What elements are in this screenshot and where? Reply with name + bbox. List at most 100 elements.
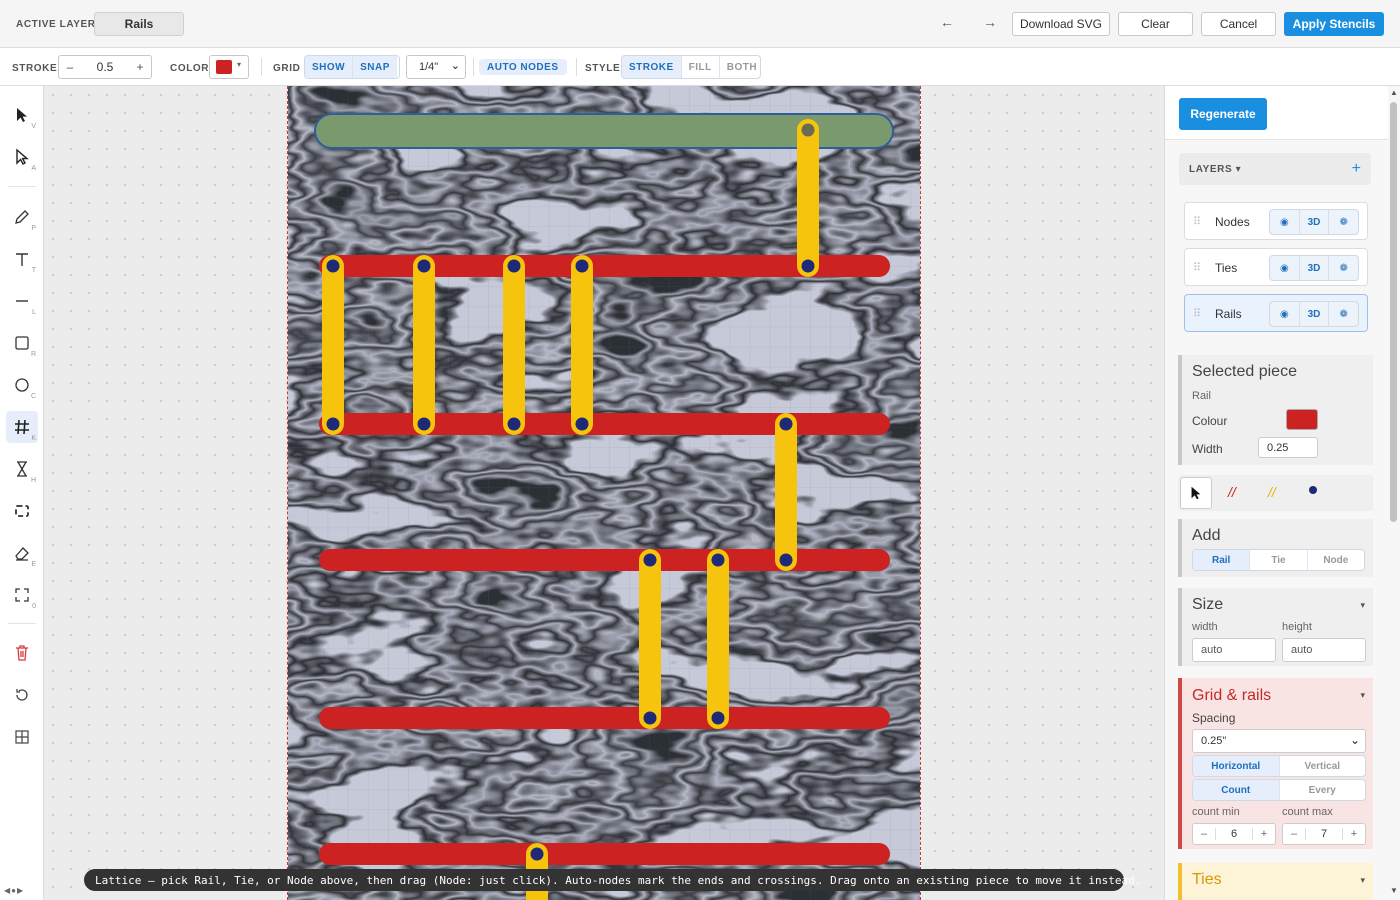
add-rail-option[interactable]: Rail [1193,550,1250,570]
active-layer-select[interactable]: Rails [94,12,184,36]
count-min-minus[interactable]: – [1193,828,1215,840]
node-3[interactable] [417,259,431,273]
drag-handle-icon[interactable]: ⠿ [1193,261,1201,274]
stencil-artboard[interactable] [287,86,921,900]
layer-row-nodes[interactable]: ⠿ Nodes ◉ 3D ❁ [1184,202,1368,240]
grid-snap-toggle[interactable]: SNAP [352,56,397,78]
panel-scrollbar[interactable]: ▲ ▼ [1388,86,1400,900]
count-option[interactable]: Count [1193,780,1279,800]
node-5[interactable] [507,259,521,273]
count-min-stepper[interactable]: – 6 + [1192,823,1276,845]
stroke-plus-button[interactable]: + [129,60,151,74]
style-fill-option[interactable]: FILL [680,56,719,78]
node-16[interactable] [711,711,725,725]
layer-row-ties[interactable]: ⠿ Ties ◉ 3D ❁ [1184,248,1368,286]
count-max-value[interactable]: 7 [1305,828,1343,840]
fit-view-tool-button[interactable]: 0 [6,579,38,611]
section-title[interactable]: Ties [1192,871,1222,889]
download-svg-button[interactable]: Download SVG [1012,12,1110,36]
node-9[interactable] [801,123,815,137]
colour-swatch[interactable] [1286,409,1318,430]
drag-handle-icon[interactable]: ⠿ [1193,307,1201,320]
grid-spacing-select[interactable]: 1/4" ⌄ [406,55,466,79]
node-15[interactable] [711,553,725,567]
node-7[interactable] [575,259,589,273]
palette-icon[interactable]: ❁ [1328,210,1358,234]
stroke-minus-button[interactable]: – [59,60,81,74]
rail-mode-icon[interactable]: // [1228,484,1236,500]
count-max-stepper[interactable]: – 7 + [1282,823,1366,845]
count-max-plus[interactable]: + [1343,828,1365,840]
node-10[interactable] [801,259,815,273]
lattice-drawing[interactable] [288,86,921,900]
direct-select-tool-button[interactable]: A [6,141,38,173]
grid-show-toggle[interactable]: SHOW [305,56,353,78]
redo-arrow-right-icon[interactable]: → [983,14,997,30]
select-mode-button[interactable] [1180,477,1212,509]
frame-select-tool-button[interactable] [6,495,38,527]
node-13[interactable] [643,553,657,567]
node-4[interactable] [417,417,431,431]
layer-row-rails[interactable]: ⠿ Rails ◉ 3D ❁ [1184,294,1368,332]
count-min-value[interactable]: 6 [1215,828,1253,840]
style-both-option[interactable]: BOTH [718,56,760,78]
node-6[interactable] [507,417,521,431]
node-1[interactable] [326,259,340,273]
delete-tool-button[interactable] [6,637,38,669]
node-12[interactable] [779,553,793,567]
section-title[interactable]: Size [1192,596,1223,614]
text-tool-button[interactable]: T [6,243,38,275]
count-min-plus[interactable]: + [1253,828,1275,840]
undo-arrow-left-icon[interactable]: ← [940,14,954,30]
node-8[interactable] [575,417,589,431]
palette-icon[interactable]: ❁ [1328,302,1358,326]
horizontal-option[interactable]: Horizontal [1193,756,1279,776]
node-17[interactable] [530,847,544,861]
layer-3d-toggle[interactable]: 3D [1298,302,1329,326]
vertical-option[interactable]: Vertical [1278,756,1366,776]
chevron-down-icon[interactable]: ▾ [1360,600,1365,611]
drag-handle-icon[interactable]: ⠿ [1193,215,1201,228]
stroke-stepper[interactable]: – 0.5 + [58,55,152,79]
layers-title[interactable]: LAYERS ▾ [1189,164,1241,175]
node-14[interactable] [643,711,657,725]
eraser-tool-button[interactable]: E [6,537,38,569]
every-option[interactable]: Every [1278,780,1366,800]
size-width-input[interactable]: auto [1192,638,1276,662]
add-layer-button[interactable]: + [1352,160,1361,178]
reset-tool-button[interactable] [6,679,38,711]
tie-mode-icon[interactable]: // [1268,484,1276,500]
grid-layout-tool-button[interactable] [6,721,38,753]
select-tool-button[interactable]: V [6,99,38,131]
stroke-value[interactable]: 0.5 [81,60,129,74]
scroll-arrows[interactable]: ◀●▶ [4,886,24,895]
hourglass-tool-button[interactable]: H [6,453,38,485]
count-max-minus[interactable]: – [1283,828,1305,840]
add-node-option[interactable]: Node [1306,550,1364,570]
size-height-input[interactable]: auto [1282,638,1366,662]
width-input[interactable]: 0.25 [1258,437,1318,458]
node-2[interactable] [326,417,340,431]
canvas-area[interactable] [44,86,1164,900]
cancel-button[interactable]: Cancel [1201,12,1276,36]
eye-icon[interactable]: ◉ [1270,210,1299,234]
add-tie-option[interactable]: Tie [1249,550,1306,570]
clear-button[interactable]: Clear [1118,12,1193,36]
lattice-tool-button[interactable]: K [6,411,38,443]
circle-tool-button[interactable]: C [6,369,38,401]
color-picker[interactable]: ▾ [209,55,249,79]
style-stroke-option[interactable]: STROKE [622,56,681,78]
palette-icon[interactable]: ❁ [1328,256,1358,280]
pen-tool-button[interactable]: P [6,201,38,233]
layer-3d-toggle[interactable]: 3D [1298,210,1329,234]
section-title[interactable]: Grid & rails [1192,687,1271,705]
auto-nodes-toggle[interactable]: AUTO NODES [479,59,567,75]
eye-icon[interactable]: ◉ [1270,256,1299,280]
chevron-down-icon[interactable]: ▾ [1360,875,1365,886]
regenerate-button[interactable]: Regenerate [1179,98,1267,130]
spacing-select[interactable]: 0.25" ⌄ [1192,729,1366,753]
rectangle-tool-button[interactable]: R [6,327,38,359]
node-mode-icon[interactable] [1309,486,1317,494]
layer-3d-toggle[interactable]: 3D [1298,256,1329,280]
chevron-down-icon[interactable]: ▾ [1360,690,1365,701]
